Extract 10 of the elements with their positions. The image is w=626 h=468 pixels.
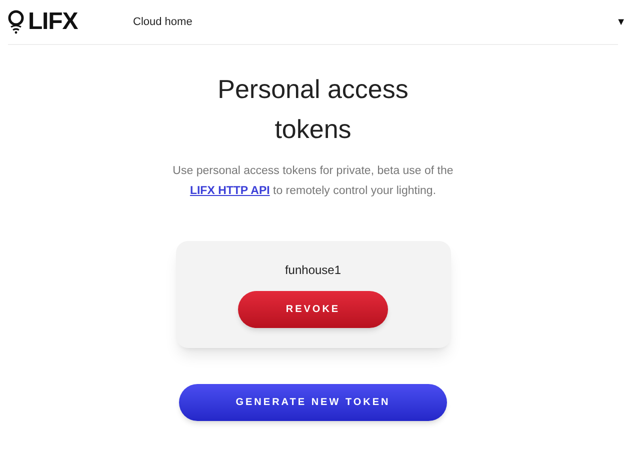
logo[interactable]: LIFX (28, 10, 78, 34)
nav-link[interactable]: Cloud home (133, 14, 192, 30)
bulb-icon (8, 10, 24, 34)
revoke-button[interactable]: REVOKE (238, 291, 388, 328)
page-title: Personal access tokens (216, 73, 410, 146)
token-name: funhouse1 (284, 262, 342, 279)
api-link[interactable]: LIFX HTTP API (190, 185, 270, 197)
caret-icon[interactable]: ▼ (616, 14, 626, 30)
generate-token-button[interactable]: GENERATE NEW TOKEN (179, 384, 447, 421)
description: Use personal access tokens for private, beta use of the LIFX HTTP API to remotely control your lighting. (172, 164, 454, 199)
